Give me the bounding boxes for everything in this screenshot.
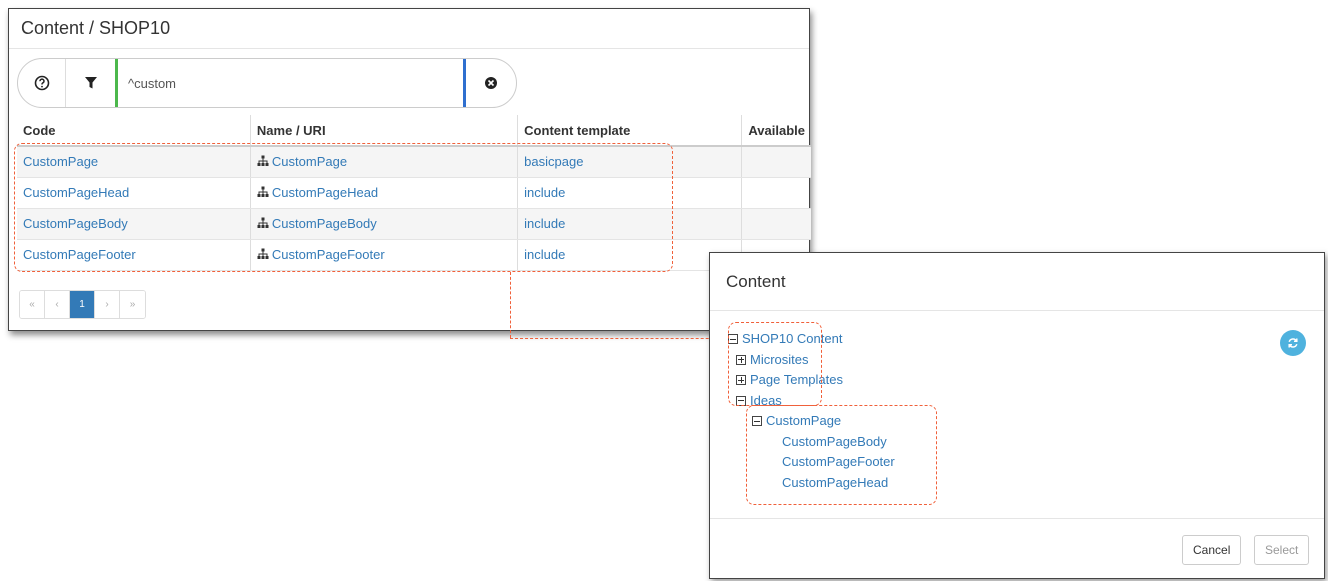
content-table: Code Name / URI Content template Availab… [17,115,811,271]
tree-node-label[interactable]: CustomPage [766,413,841,428]
tree-node-ideas[interactable]: Ideas [728,391,895,412]
table-row: CustomPage CustomPage basicpage [17,146,811,178]
sitemap-icon [257,248,269,259]
row-available-cell [741,177,811,209]
sitemap-icon [257,186,269,197]
tree-node-label[interactable]: CustomPageBody [782,434,887,449]
row-name-cell: CustomPageHead [250,177,519,209]
tree-node-label[interactable]: SHOP10 Content [742,331,842,346]
collapse-icon[interactable] [752,416,762,426]
content-select-dialog: Content SHOP10 Content Microsites Page T… [709,252,1325,579]
row-name-cell: CustomPageBody [250,208,519,240]
filter-button[interactable] [66,59,118,107]
tree-node-leaf[interactable]: CustomPageHead [728,473,895,494]
refresh-button[interactable] [1280,330,1306,356]
column-header-name[interactable]: Name / URI [250,115,519,147]
expand-icon[interactable] [736,354,746,365]
row-name-link[interactable]: CustomPageHead [272,185,378,200]
help-button[interactable] [18,59,66,107]
sitemap-icon [257,217,269,228]
row-name-link[interactable]: CustomPageFooter [272,247,385,262]
tree-node-label[interactable]: CustomPageFooter [782,454,895,469]
next-page-button[interactable]: › [95,291,120,318]
cancel-button[interactable]: Cancel [1182,535,1242,565]
row-available-cell [741,146,811,178]
tree-node-root[interactable]: SHOP10 Content [728,329,895,350]
current-page-button[interactable]: 1 [70,291,95,318]
tree-node-leaf[interactable]: CustomPageBody [728,432,895,453]
collapse-icon[interactable] [736,395,746,406]
column-header-code[interactable]: Code [17,115,251,147]
clear-filter-button[interactable] [466,59,516,107]
dialog-footer-divider [710,518,1324,519]
row-name-link[interactable]: CustomPageBody [272,216,377,231]
row-name-cell: CustomPage [250,146,519,178]
row-available-cell [741,208,811,240]
tree-node-leaf[interactable]: CustomPageFooter [728,452,895,473]
tree-node-label[interactable]: Ideas [750,393,782,408]
tree-node-label[interactable]: CustomPageHead [782,475,888,490]
expand-icon[interactable] [736,375,746,385]
sitemap-icon [257,155,269,167]
tree-node-label[interactable]: Microsites [750,352,809,367]
table-row: CustomPageFooter CustomPageFooter includ… [17,239,811,271]
column-header-available[interactable]: Available [741,115,811,147]
table-row: CustomPageBody CustomPageBody include [17,208,811,240]
row-template-link[interactable]: basicpage [517,146,743,178]
clear-icon [485,77,497,89]
tree-node-microsites[interactable]: Microsites [728,350,895,371]
refresh-icon [1288,338,1298,348]
help-icon [34,75,49,91]
content-tree: SHOP10 Content Microsites Page Templates… [728,329,895,493]
content-list-window: Content / SHOP10 Code Name / U [8,8,811,331]
row-template-link[interactable]: include [517,177,743,209]
row-code-link[interactable]: CustomPageFooter [17,239,251,271]
row-name-cell: CustomPageFooter [250,239,519,271]
row-name-link[interactable]: CustomPage [272,154,347,169]
filter-icon [84,77,97,89]
table-header-row: Code Name / URI Content template Availab… [17,115,811,147]
pagination: « ‹ 1 › » [19,290,146,319]
page-title: Content / SHOP10 [9,9,809,49]
row-code-link[interactable]: CustomPage [17,146,251,178]
tree-node-label[interactable]: Page Templates [750,372,843,387]
dialog-title: Content [710,253,1324,311]
last-page-button[interactable]: » [120,291,145,318]
select-button[interactable]: Select [1254,535,1310,565]
row-code-link[interactable]: CustomPageBody [17,208,251,240]
collapse-icon[interactable] [728,334,738,344]
column-header-template[interactable]: Content template [517,115,743,147]
row-code-link[interactable]: CustomPageHead [17,177,251,209]
prev-page-button[interactable]: ‹ [45,291,70,318]
tree-node-custompage[interactable]: CustomPage [728,411,895,432]
search-input[interactable] [118,59,466,107]
filter-bar [17,58,517,108]
table-row: CustomPageHead CustomPageHead include [17,177,811,209]
tree-node-page-templates[interactable]: Page Templates [728,370,895,391]
row-template-link[interactable]: include [517,208,743,240]
first-page-button[interactable]: « [20,291,45,318]
